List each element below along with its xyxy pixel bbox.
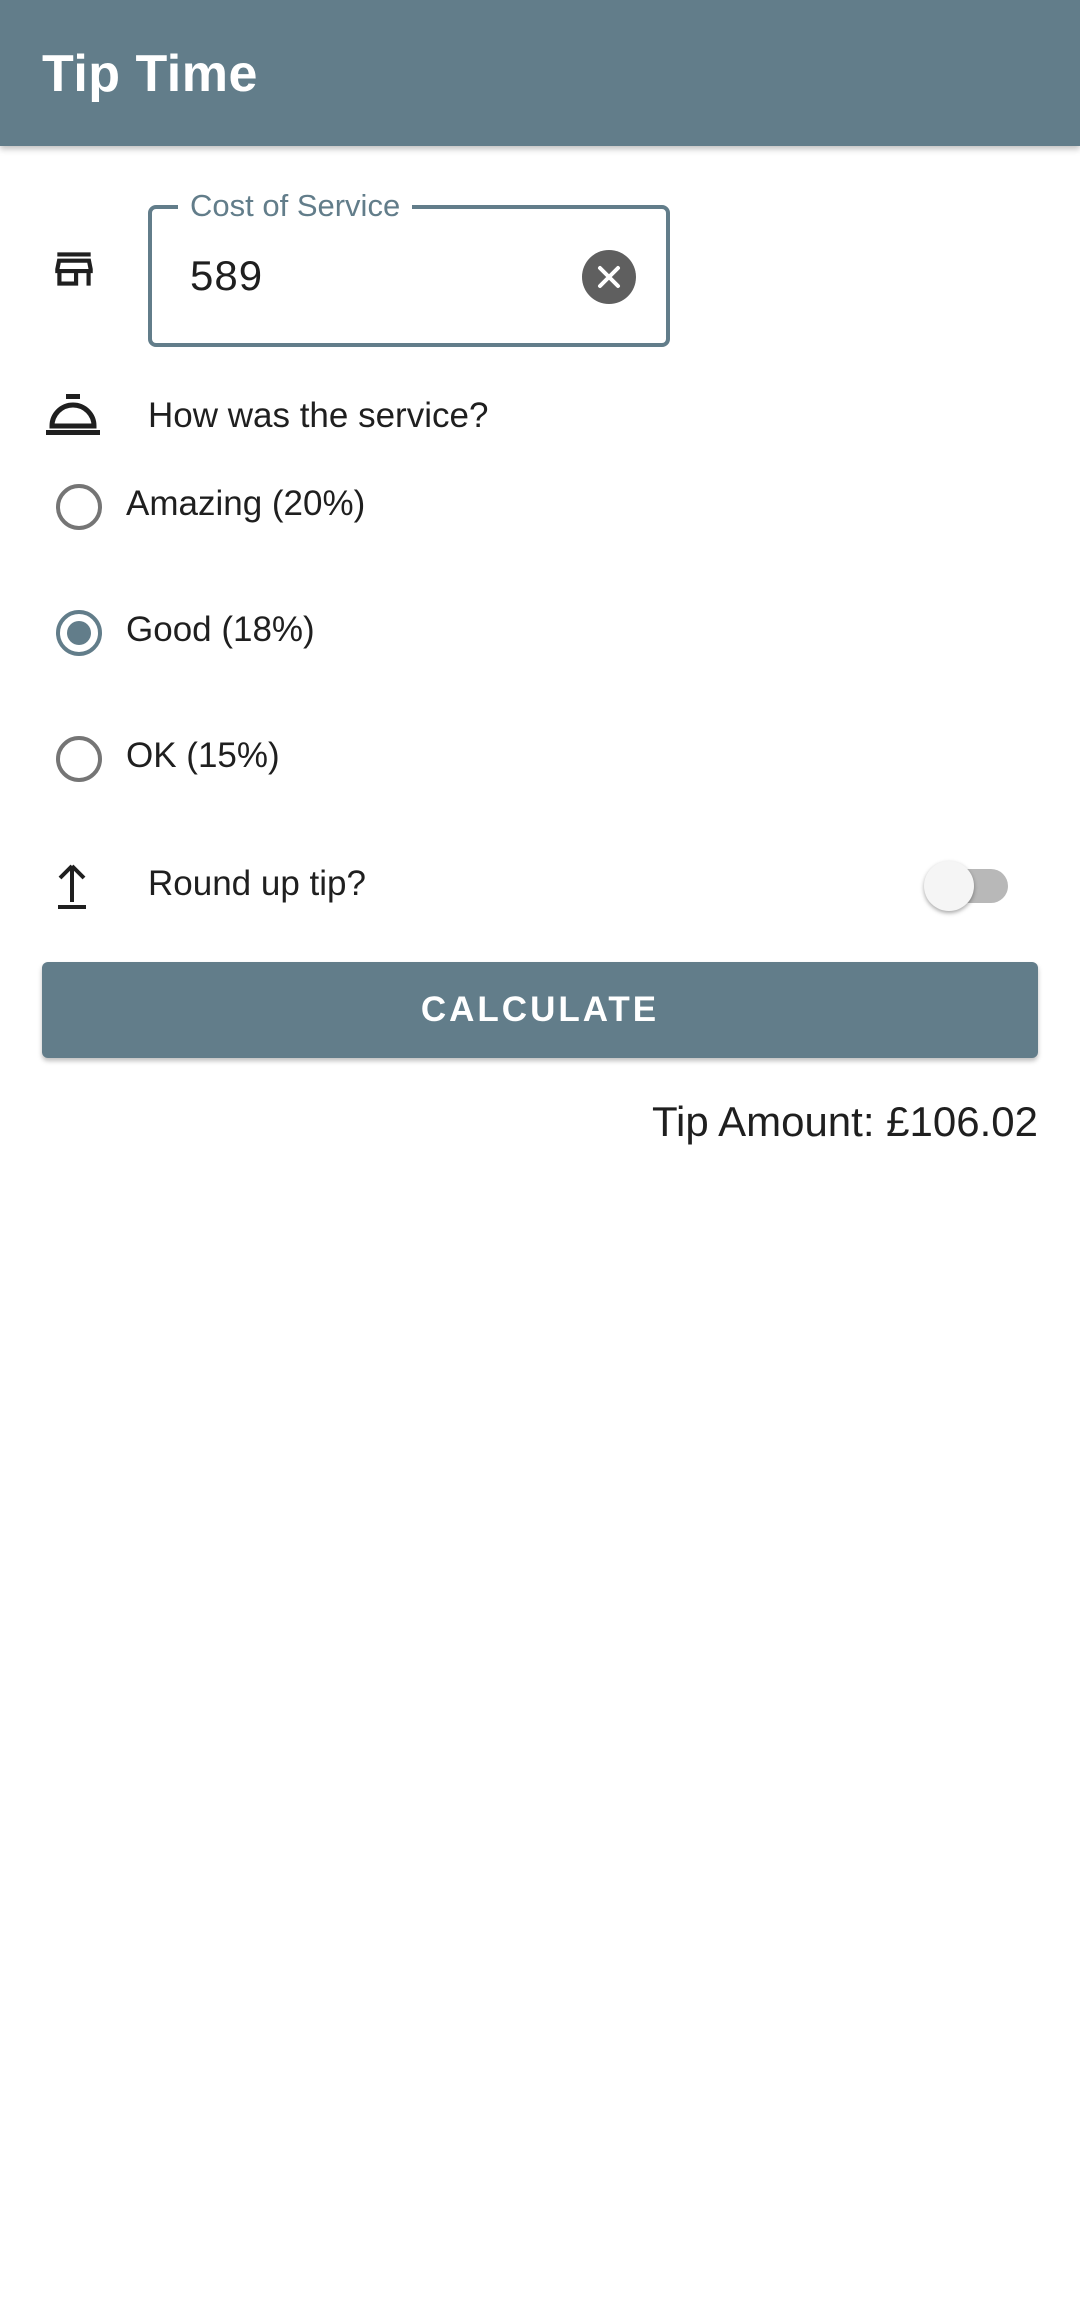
- radio-label: Amazing (20%): [126, 484, 366, 523]
- app-bar: Tip Time: [0, 0, 1080, 146]
- cost-of-service-label: Cost of Service: [178, 188, 413, 224]
- service-question: How was the service?: [148, 396, 489, 435]
- radio-button[interactable]: [56, 736, 102, 782]
- app-title: Tip Time: [42, 45, 258, 103]
- round-up-label: Round up tip?: [148, 864, 366, 903]
- radio-button-selected[interactable]: [56, 610, 102, 656]
- calculate-button[interactable]: CALCULATE: [42, 962, 1038, 1058]
- arrow-up-icon: [58, 864, 86, 909]
- round-up-switch-thumb[interactable]: [924, 861, 974, 911]
- tip-amount-result: Tip Amount: £106.02: [651, 1098, 1038, 1145]
- cost-of-service-input[interactable]: 589: [190, 252, 263, 300]
- radio-button[interactable]: [56, 484, 102, 530]
- radio-label: OK (15%): [126, 736, 280, 775]
- radio-label: Good (18%): [126, 610, 315, 649]
- clear-icon[interactable]: [582, 250, 636, 304]
- room-service-bell-icon: [46, 394, 100, 435]
- store-icon: [55, 252, 93, 286]
